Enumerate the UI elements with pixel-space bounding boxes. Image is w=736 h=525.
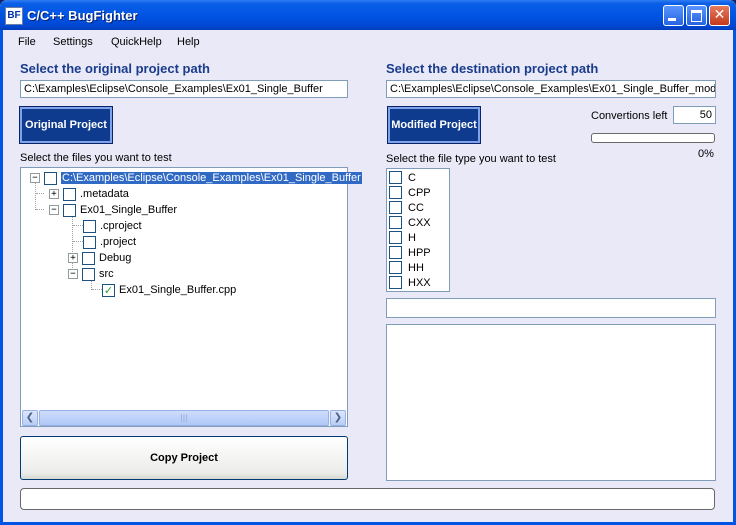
tree-item-label: C:\Examples\Eclipse\Console_Examples\Ex0… — [61, 172, 362, 184]
menu-settings[interactable]: Settings — [53, 36, 93, 48]
minimize-button[interactable] — [663, 5, 684, 26]
app-window: BF C/C++ BugFighter ✕ File Settings Quic… — [0, 0, 736, 525]
modified-project-button[interactable]: Modified Project — [387, 106, 481, 144]
filetype-hh[interactable]: HH — [389, 260, 424, 275]
status-bar — [20, 488, 715, 510]
title-bar[interactable]: BF C/C++ BugFighter ✕ — [0, 0, 736, 30]
filetype-checkbox[interactable] — [389, 216, 402, 229]
filetype-hxx[interactable]: HXX — [389, 275, 431, 290]
filetype-checkbox[interactable] — [389, 276, 402, 289]
tree-item-cproject[interactable]: .cproject — [83, 218, 142, 234]
tree-item-label: Ex01_Single_Buffer — [80, 204, 178, 216]
tree-horizontal-scrollbar[interactable]: ❮ ||| ❯ — [22, 410, 346, 426]
tree-connector — [35, 182, 36, 210]
menu-file[interactable]: File — [18, 36, 36, 48]
maximize-button[interactable] — [686, 5, 707, 26]
files-label: Select the files you want to test — [20, 152, 172, 164]
tree-checkbox[interactable] — [83, 219, 96, 233]
tree-item-cpp-file[interactable]: ✓ Ex01_Single_Buffer.cpp — [102, 282, 236, 298]
progress-percent: 0% — [698, 148, 714, 160]
tree-item-project-folder[interactable]: − Ex01_Single_Buffer — [49, 202, 177, 218]
filetype-cxx[interactable]: CXX — [389, 215, 431, 230]
minimize-icon — [668, 18, 676, 21]
tree-checkbox[interactable] — [82, 251, 95, 265]
maximize-icon — [691, 10, 702, 22]
close-icon: ✕ — [713, 7, 726, 23]
conversions-label: Convertions left — [591, 110, 668, 122]
filetype-label-text: HH — [408, 261, 424, 274]
collapse-icon[interactable]: − — [49, 205, 59, 215]
output-textarea[interactable] — [386, 324, 716, 481]
tree-connector — [36, 209, 44, 210]
close-button[interactable]: ✕ — [709, 5, 730, 26]
tree-checkbox[interactable] — [44, 171, 57, 185]
app-logo-icon: BF — [5, 7, 23, 25]
filter-input[interactable] — [386, 298, 716, 318]
tree-checkbox[interactable] — [63, 187, 76, 201]
filetype-label-text: CPP — [408, 186, 431, 199]
tree-item-debug[interactable]: + Debug — [68, 250, 131, 266]
tree-checkbox[interactable] — [63, 203, 76, 217]
menu-quickhelp[interactable]: QuickHelp — [111, 36, 162, 48]
filetype-h[interactable]: H — [389, 230, 416, 245]
tree-item-src[interactable]: − src — [68, 266, 114, 282]
menu-help[interactable]: Help — [177, 36, 200, 48]
scroll-left-icon[interactable]: ❮ — [22, 410, 38, 426]
filetype-checkbox[interactable] — [389, 231, 402, 244]
tree-item-metadata[interactable]: + .metadata — [49, 186, 129, 202]
tree-item-project-file[interactable]: .project — [83, 234, 136, 250]
tree-checkbox[interactable] — [83, 235, 96, 249]
tree-item-label: Ex01_Single_Buffer.cpp — [119, 284, 237, 296]
original-path-input[interactable]: C:\Examples\Eclipse\Console_Examples\Ex0… — [20, 80, 348, 98]
original-project-button[interactable]: Original Project — [19, 106, 113, 144]
tree-item-label: Debug — [99, 252, 132, 264]
scroll-thumb[interactable]: ||| — [39, 410, 329, 426]
expand-icon[interactable]: + — [49, 189, 59, 199]
filetype-cpp[interactable]: CPP — [389, 185, 431, 200]
original-path-heading: Select the original project path — [20, 61, 210, 76]
file-tree[interactable]: − C:\Examples\Eclipse\Console_Examples\E… — [20, 167, 362, 427]
filetype-label: Select the file type you want to test — [386, 153, 556, 165]
expand-icon[interactable]: + — [68, 253, 78, 263]
filetype-label-text: C — [408, 171, 416, 184]
destination-path-input[interactable]: C:\Examples\Eclipse\Console_Examples\Ex0… — [386, 80, 716, 98]
checkmark-icon[interactable]: ✓ — [102, 283, 115, 297]
collapse-icon[interactable]: − — [68, 269, 78, 279]
destination-path-heading: Select the destination project path — [386, 61, 599, 76]
window-title: C/C++ BugFighter — [27, 8, 138, 23]
tree-item-label: .metadata — [80, 188, 129, 200]
filetype-checkbox[interactable] — [389, 186, 402, 199]
collapse-icon[interactable]: − — [30, 173, 40, 183]
tree-item-root[interactable]: − C:\Examples\Eclipse\Console_Examples\E… — [30, 170, 362, 186]
window-border — [0, 30, 3, 525]
tree-connector — [73, 241, 83, 242]
tree-checkbox[interactable] — [82, 267, 95, 281]
conversion-progress-bar — [591, 133, 715, 143]
filetype-label-text: HPP — [408, 246, 431, 259]
tree-item-label: src — [99, 268, 114, 280]
filetype-label-text: CXX — [408, 216, 431, 229]
filetype-c[interactable]: C — [389, 170, 416, 185]
filetype-checkbox[interactable] — [389, 171, 402, 184]
file-type-list[interactable]: C CPP CC CXX H HPP HH HXX — [386, 168, 450, 292]
filetype-cc[interactable]: CC — [389, 200, 424, 215]
scroll-right-icon[interactable]: ❯ — [330, 410, 346, 426]
filetype-checkbox[interactable] — [389, 261, 402, 274]
filetype-label-text: H — [408, 231, 416, 244]
menu-bar: File Settings QuickHelp Help — [0, 30, 736, 52]
tree-item-label: .project — [100, 236, 137, 248]
tree-item-label: .cproject — [100, 220, 142, 232]
tree-connector — [73, 225, 83, 226]
filetype-checkbox[interactable] — [389, 246, 402, 259]
filetype-hpp[interactable]: HPP — [389, 245, 431, 260]
filetype-checkbox[interactable] — [389, 201, 402, 214]
tree-connector — [92, 289, 102, 290]
copy-project-button[interactable]: Copy Project — [20, 436, 348, 480]
filetype-label-text: HXX — [408, 276, 431, 289]
tree-connector — [36, 193, 44, 194]
filetype-label-text: CC — [408, 201, 424, 214]
conversions-value: 50 — [673, 106, 716, 124]
